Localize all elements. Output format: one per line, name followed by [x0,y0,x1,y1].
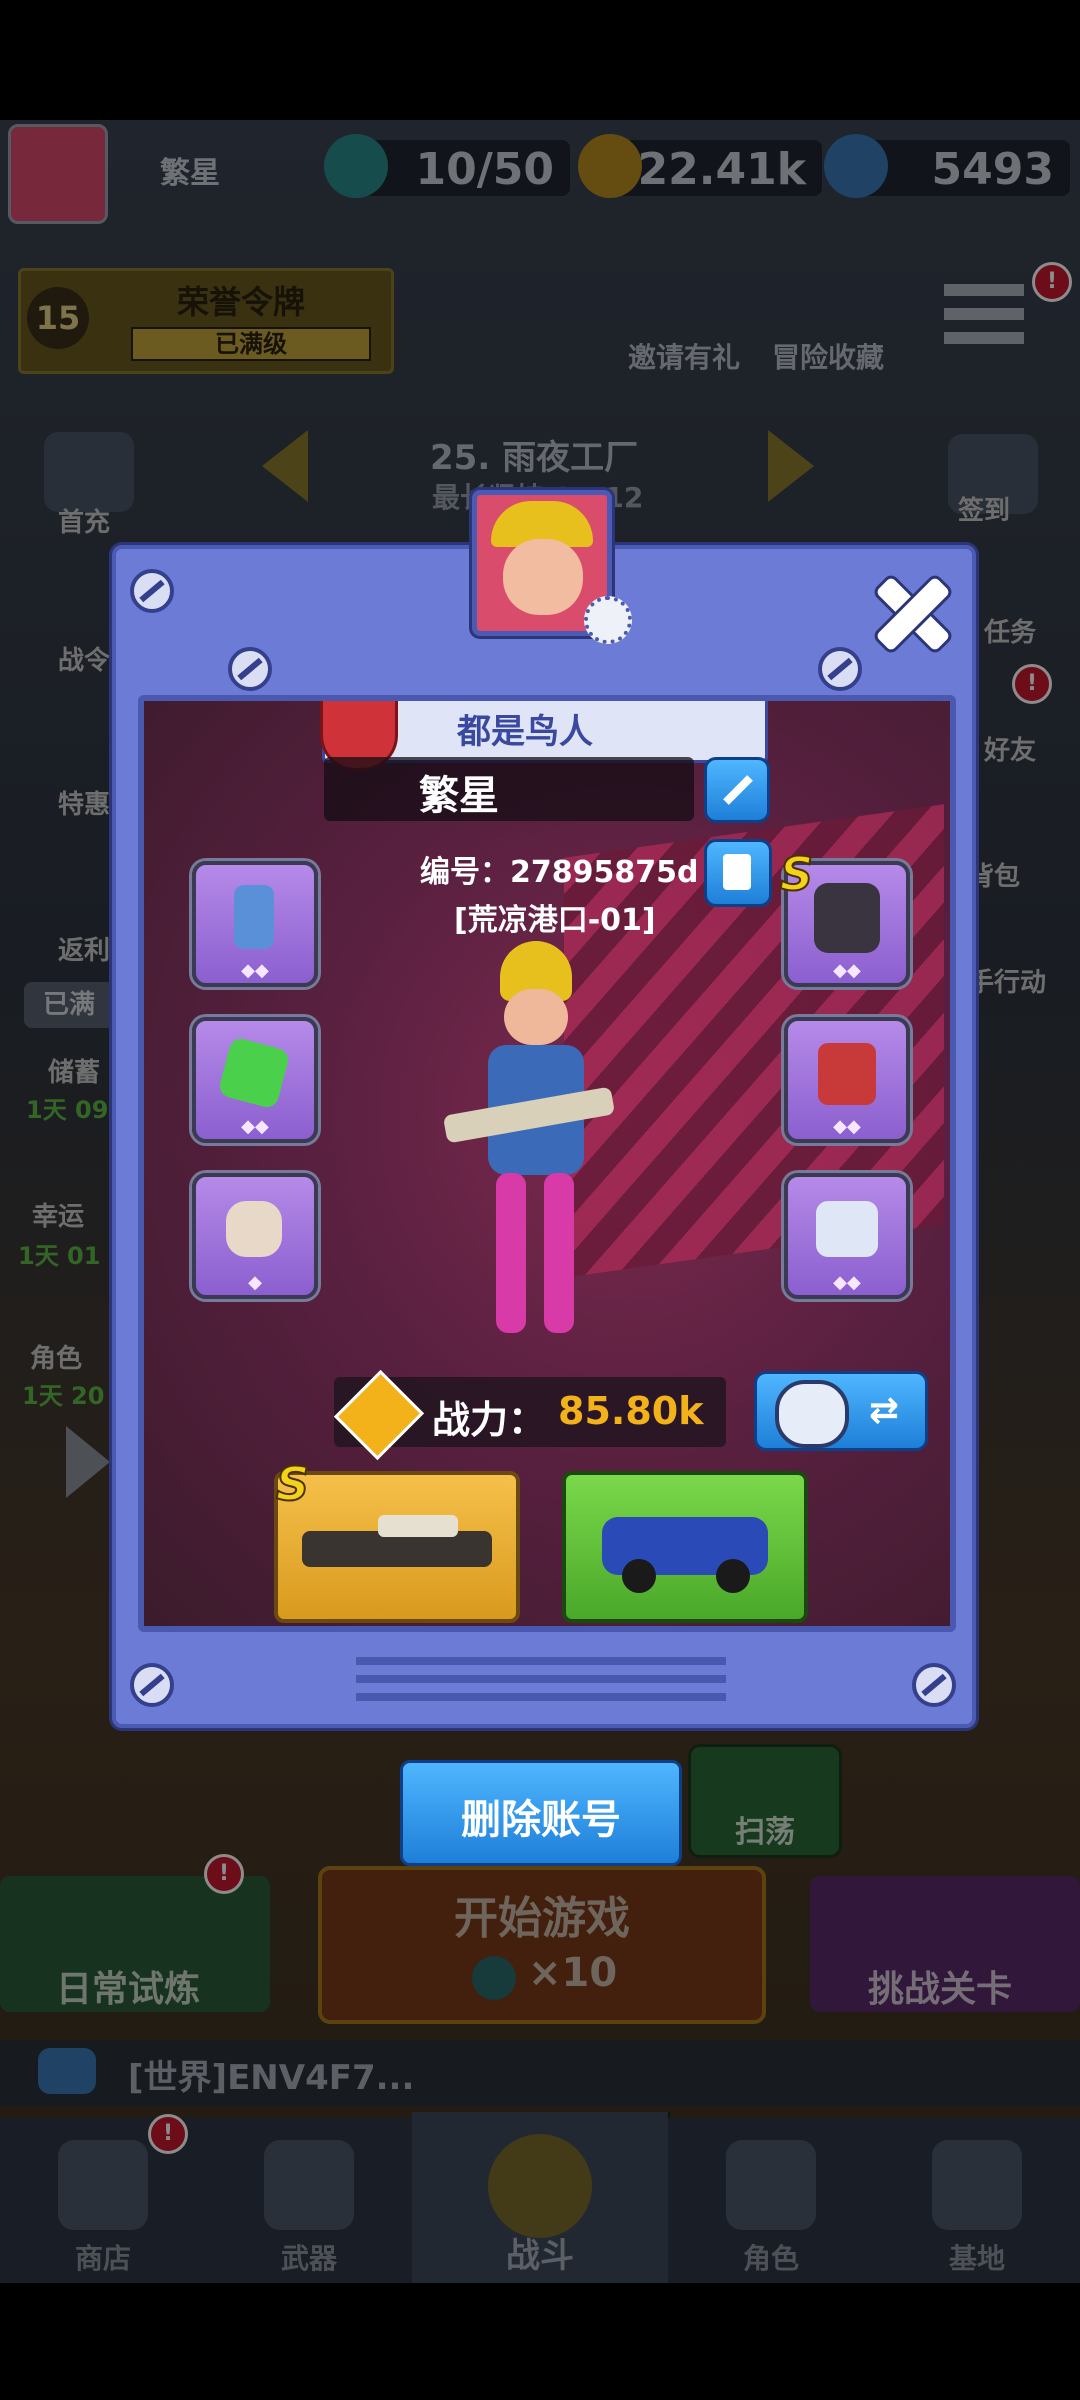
player-id: 编号：27895875d [420,855,699,890]
armor-s-rank: S [779,846,814,902]
grenade-icon [234,885,274,949]
delete-account-label: 删除账号 [461,1797,621,1843]
character-leg-left [496,1173,526,1333]
pencil-icon [723,775,753,805]
truck-wheel-icon [622,1559,656,1593]
name-plate: 繁星 [324,757,694,821]
panel-grille [356,1657,726,1705]
copy-icon [723,854,751,890]
power-label: 战力： [432,1398,547,1442]
player-display-name: 繁星 [419,773,499,819]
equip-slot-skull[interactable]: ◆ [192,1173,318,1299]
settings-gear-icon[interactable] [584,596,632,644]
close-button[interactable] [868,570,955,656]
screw-icon [912,1663,956,1707]
swap-icon: ⇄ [869,1390,900,1431]
character-leg-right [544,1173,574,1333]
pants-icon [818,1043,876,1105]
switch-pet-button[interactable]: ⇄ [754,1371,928,1451]
copy-id-button[interactable] [704,839,772,907]
avatar-face [503,539,583,615]
edit-name-button[interactable] [704,757,770,823]
power-bar: 战力： 85.80k [333,1369,726,1461]
screw-icon [130,1663,174,1707]
guild-name: 都是鸟人 [457,712,593,752]
character-figure [442,941,624,1361]
equip-slot-pants[interactable]: ◆◆ [784,1017,910,1143]
power-icon [333,1369,425,1461]
truck-wheel-icon [716,1559,750,1593]
shotgun-detail-icon [378,1515,458,1537]
character-panel: 都是鸟人 繁星 编号：27895875d [荒凉港口-01] ◆◆ ◆◆ ◆ ◆… [138,695,956,1632]
equip-slot-chip[interactable]: ◆◆ [192,1017,318,1143]
screw-icon [228,647,272,691]
weapon-s-rank: S [275,1456,310,1512]
equip-slot-grenade[interactable]: ◆◆ [192,861,318,987]
profile-modal: 都是鸟人 繁星 编号：27895875d [荒凉港口-01] ◆◆ ◆◆ ◆ ◆… [112,545,976,1728]
screw-icon [130,569,174,613]
skull-icon [226,1201,282,1257]
weapon-card[interactable] [274,1471,520,1623]
boots-icon [816,1201,878,1257]
power-value: 85.80k [558,1389,704,1433]
chip-icon [217,1036,291,1110]
character-head [504,989,568,1045]
screw-icon [818,647,862,691]
equip-slot-boots[interactable]: ◆◆ [784,1173,910,1299]
delete-account-button[interactable]: 删除账号 [400,1760,682,1866]
robot-pet-icon [775,1380,849,1448]
vehicle-card[interactable] [562,1471,808,1623]
server-name: [荒凉港口-01] [454,903,656,938]
armor-icon [814,883,880,953]
